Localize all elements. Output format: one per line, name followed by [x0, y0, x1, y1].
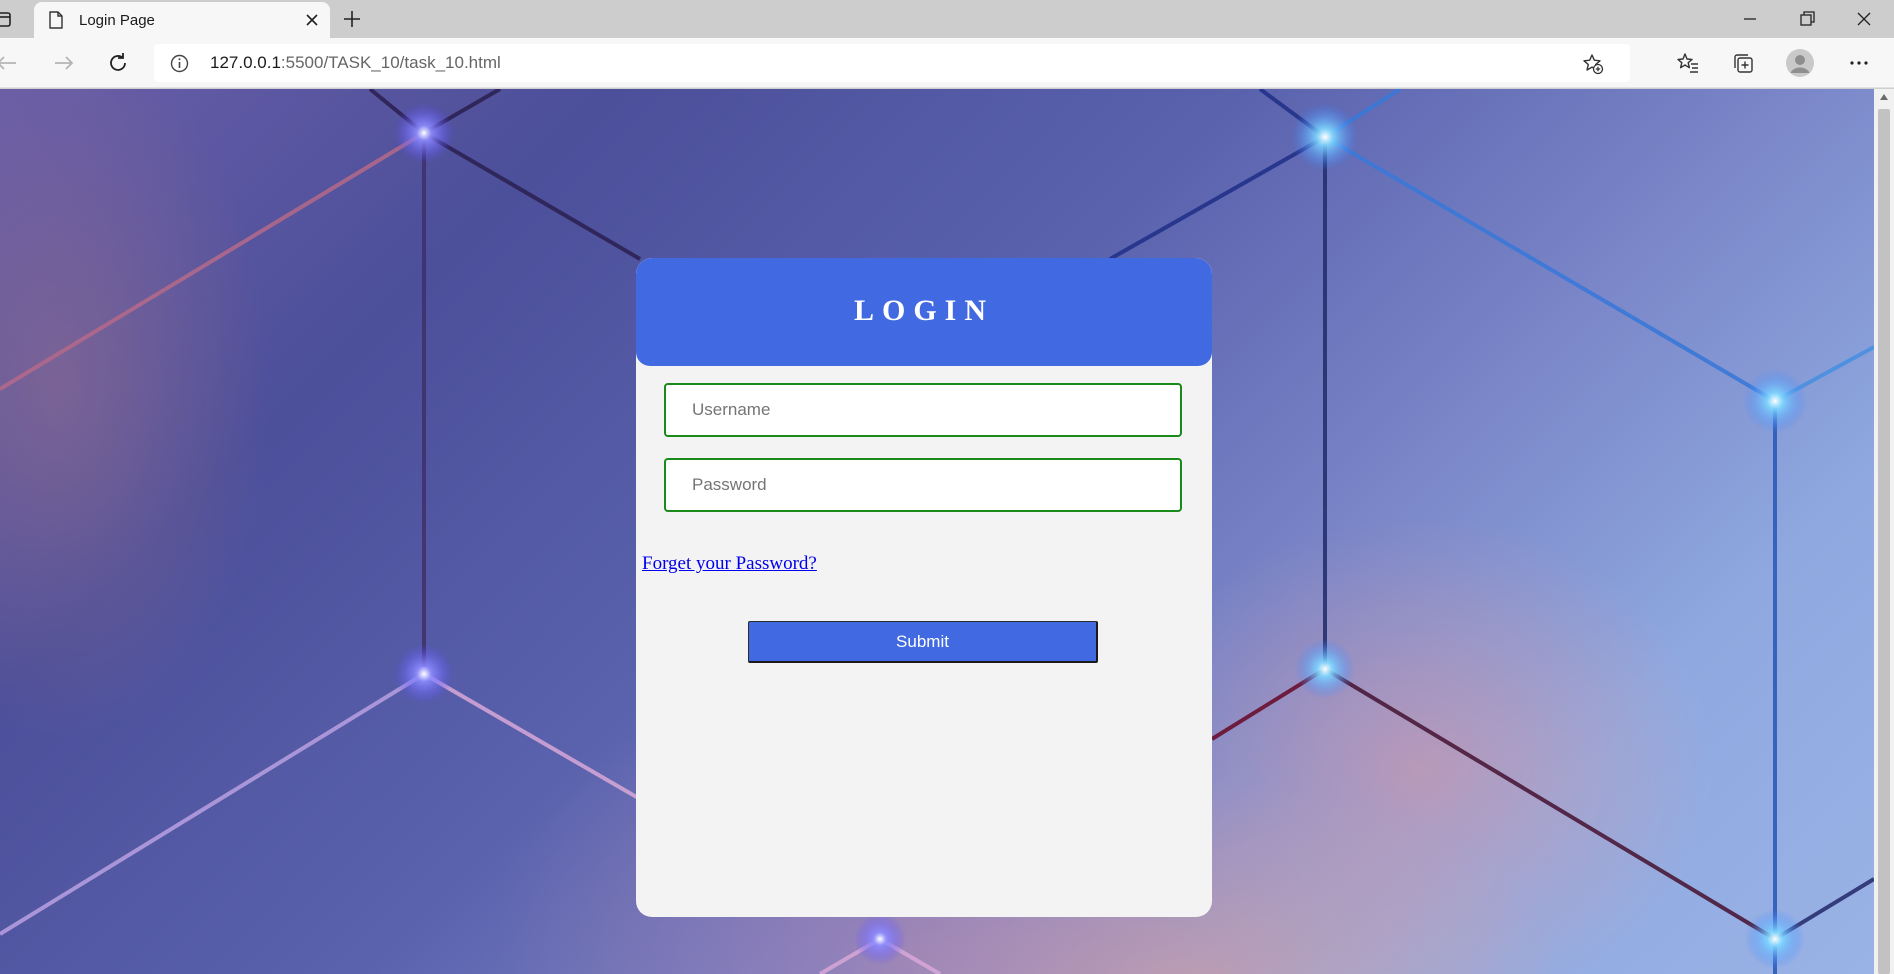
- scroll-up-arrow-icon[interactable]: [1879, 93, 1889, 101]
- glow-node: [1295, 639, 1355, 699]
- browser-tab[interactable]: Login Page: [34, 2, 330, 38]
- password-input[interactable]: [664, 458, 1182, 512]
- login-header: LOGIN: [636, 258, 1212, 366]
- vertical-scrollbar[interactable]: [1874, 89, 1894, 974]
- window-menu-icon[interactable]: [0, 10, 14, 28]
- glow-node: [854, 913, 906, 965]
- forgot-password-link[interactable]: Forget your Password?: [642, 553, 817, 575]
- browser-tab-bar: Login Page: [0, 0, 1894, 38]
- url-host: 127.0.0.1: [210, 53, 281, 72]
- login-title: LOGIN: [853, 294, 995, 327]
- back-icon[interactable]: [0, 51, 24, 75]
- browser-toolbar: 127.0.0.1:5500/TASK_10/task_10.html: [0, 38, 1894, 88]
- site-info-icon[interactable]: [170, 54, 189, 73]
- url-path: :5500/TASK_10/task_10.html: [280, 53, 501, 72]
- add-favorite-icon[interactable]: [1582, 53, 1604, 75]
- username-input[interactable]: [664, 383, 1182, 437]
- submit-button[interactable]: Submit: [748, 621, 1098, 663]
- glow-node: [1743, 369, 1807, 433]
- tab-title: Login Page: [79, 12, 155, 29]
- glow-node: [394, 644, 454, 704]
- refresh-icon[interactable]: [106, 51, 130, 75]
- close-tab-icon[interactable]: [304, 12, 320, 28]
- glow-node: [1745, 909, 1805, 969]
- minimize-icon[interactable]: [1739, 8, 1761, 30]
- profile-avatar-icon[interactable]: [1786, 49, 1814, 77]
- close-window-icon[interactable]: [1853, 8, 1875, 30]
- login-card: LOGIN Forget your Password? Submit: [636, 258, 1212, 917]
- collections-icon[interactable]: [1731, 51, 1755, 75]
- address-bar[interactable]: 127.0.0.1:5500/TASK_10/task_10.html: [154, 44, 1630, 82]
- scrollbar-thumb[interactable]: [1878, 109, 1890, 974]
- restore-icon[interactable]: [1796, 8, 1818, 30]
- url-text[interactable]: 127.0.0.1:5500/TASK_10/task_10.html: [210, 53, 501, 73]
- new-tab-icon[interactable]: [341, 8, 363, 30]
- favorites-icon[interactable]: [1676, 51, 1700, 75]
- page-icon: [49, 11, 63, 29]
- forward-icon[interactable]: [52, 51, 76, 75]
- more-options-icon[interactable]: [1847, 51, 1871, 75]
- glow-node: [394, 103, 454, 163]
- glow-node: [1291, 103, 1359, 171]
